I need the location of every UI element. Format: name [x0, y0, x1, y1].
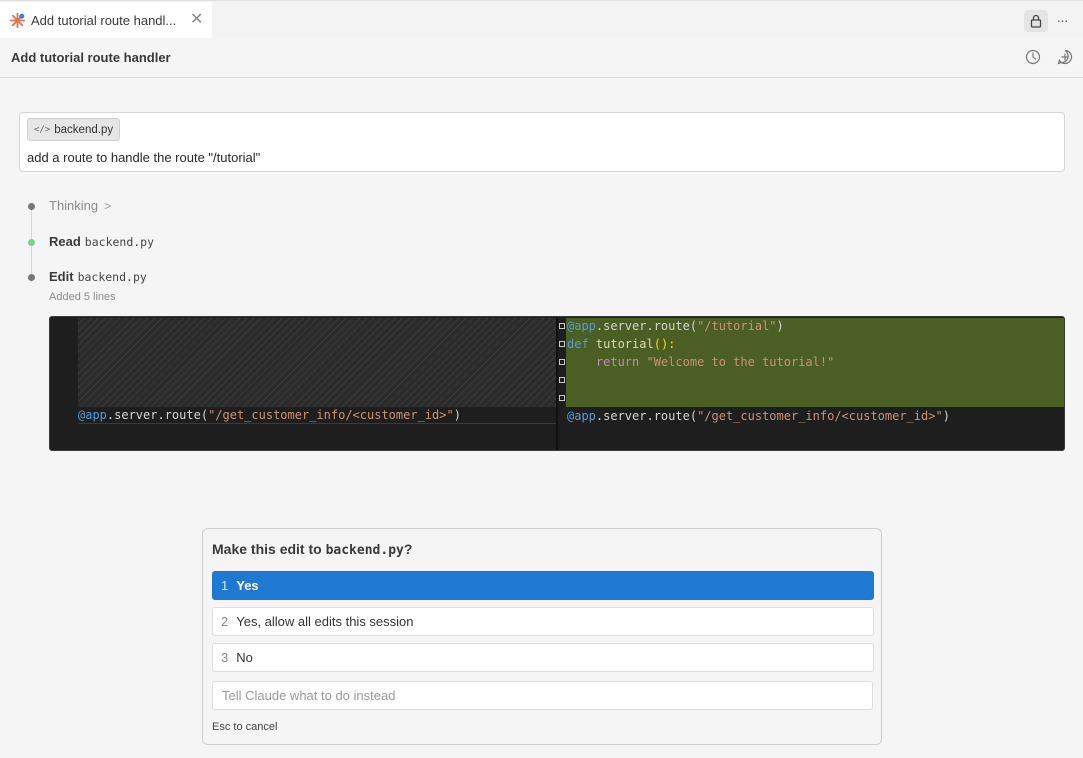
esc-hint: Esc to cancel [212, 721, 278, 733]
new-chat-icon[interactable] [1056, 48, 1074, 66]
message-text: add a route to handle the route "/tutori… [27, 150, 261, 165]
timeline-connector [31, 210, 32, 282]
history-icon[interactable] [1024, 48, 1042, 66]
page-title: Add tutorial route handler [11, 50, 171, 65]
option-yes-allow-all[interactable]: 2 Yes, allow all edits this session [212, 607, 874, 636]
tab-active[interactable]: Add tutorial route handl... ✕ [0, 2, 212, 39]
code-line-added: def tutorial(): [567, 337, 676, 351]
code-icon: </> [34, 124, 51, 135]
added-line-marker [559, 341, 565, 347]
code-line-left: @app.server.route("/get_customer_info/<c… [78, 408, 461, 422]
dialog-title: Make this edit to backend.py? [212, 541, 413, 558]
edit-status-dot [28, 274, 35, 281]
close-icon[interactable]: ✕ [190, 11, 203, 29]
instead-input[interactable] [212, 681, 873, 710]
claude-logo-icon [9, 12, 26, 29]
read-label: Read [49, 234, 81, 249]
chevron-right-icon: > [104, 199, 112, 213]
added-line-marker [559, 395, 565, 401]
read-step: Read backend.py [49, 234, 154, 249]
user-message: </> backend.py add a route to handle the… [19, 112, 1065, 172]
edit-file[interactable]: backend.py [78, 270, 147, 284]
added-line-marker [559, 359, 565, 365]
edit-summary: Added 5 lines [49, 291, 116, 303]
code-line-added: return "Welcome to the tutorial!" [595, 355, 835, 369]
code-line-added: @app.server.route("/tutorial") [567, 319, 784, 333]
added-line-marker [559, 323, 565, 329]
thinking-dot [28, 203, 35, 210]
file-chip-label: backend.py [54, 123, 114, 136]
thinking-label: Thinking [49, 198, 99, 213]
diff-view: @app.server.route("/get_customer_info/<c… [49, 316, 1065, 451]
thinking-toggle[interactable]: Thinking > [49, 198, 111, 213]
current-line-underline [78, 423, 556, 424]
option-no[interactable]: 3 No [212, 643, 874, 672]
more-options-button[interactable]: ··· [1052, 10, 1072, 32]
file-chip[interactable]: </> backend.py [27, 118, 121, 141]
edit-permission-dialog: Make this edit to backend.py? 1 Yes 2 Yes,… [202, 528, 882, 745]
read-file[interactable]: backend.py [85, 235, 154, 249]
added-line-marker [559, 377, 565, 383]
lock-icon [1030, 14, 1042, 28]
edit-step: Edit backend.py [49, 269, 147, 284]
diff-divider[interactable] [556, 317, 558, 450]
tab-bar: Add tutorial route handl... ✕ ··· [0, 0, 1083, 39]
read-status-dot [28, 239, 35, 246]
code-line-right: @app.server.route("/get_customer_info/<c… [567, 409, 950, 423]
option-yes[interactable]: 1 Yes [212, 571, 874, 600]
diff-removed-placeholder [78, 318, 556, 407]
lock-button[interactable] [1024, 10, 1048, 32]
tab-title: Add tutorial route handl... [31, 13, 177, 28]
edit-label: Edit [49, 269, 74, 284]
conversation-header: Add tutorial route handler [0, 38, 1083, 78]
